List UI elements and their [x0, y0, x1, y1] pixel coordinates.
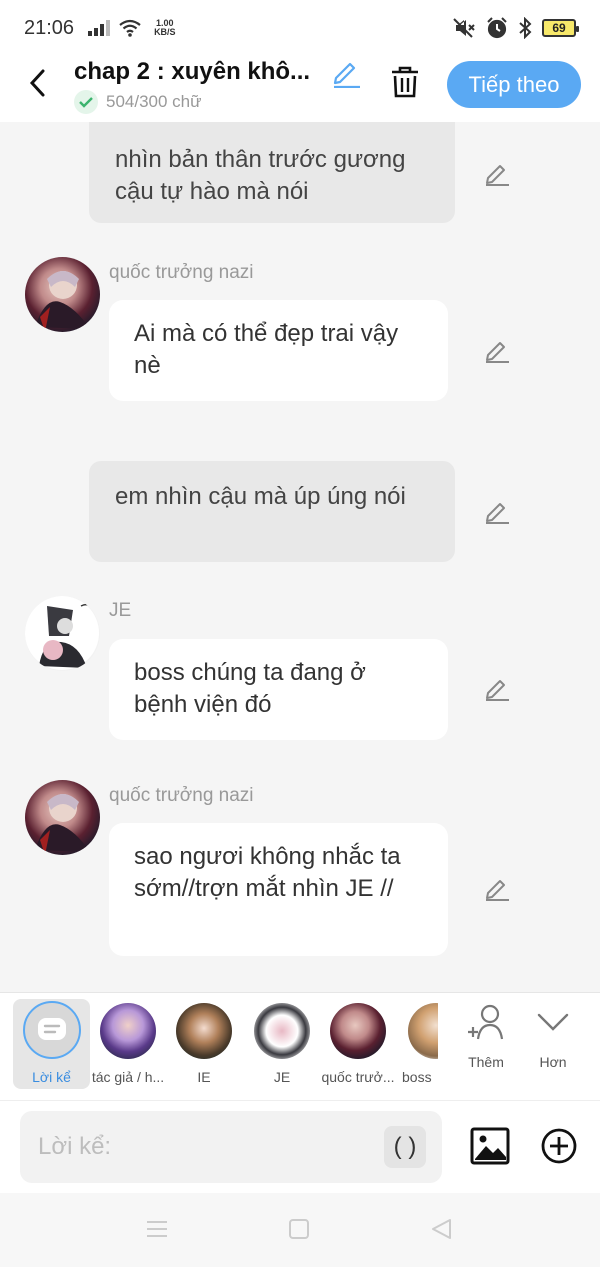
- message-input[interactable]: [20, 1111, 442, 1183]
- character-label: JE: [273, 1069, 291, 1085]
- avatar[interactable]: [25, 780, 100, 855]
- avatar[interactable]: [25, 596, 100, 671]
- word-count: 504/300 chữ: [74, 90, 202, 114]
- back-button[interactable]: [22, 68, 52, 98]
- more-button[interactable]: Hơn: [523, 1001, 583, 1070]
- editor-header: chap 2 : xuyên khô... 504/300 chữ Tiếp t…: [0, 56, 600, 122]
- avatar: [100, 1003, 156, 1059]
- character-label: tác giả / h...: [91, 1069, 165, 1085]
- system-nav-bar: [0, 1193, 600, 1267]
- message-text: Ai mà có thể đẹp trai vậy nè: [134, 320, 399, 379]
- narration-bubble[interactable]: nhìn bản thân trước gương cậu tự hào mà …: [89, 122, 455, 223]
- word-count-text: 504/300 chữ: [106, 92, 202, 111]
- message-text: nhìn bản thân trước gương cậu tự hào mà …: [115, 146, 406, 205]
- signal-icon: [88, 20, 111, 36]
- message-bubble[interactable]: Ai mà có thể đẹp trai vậy nè: [109, 300, 448, 401]
- check-icon: [74, 90, 98, 114]
- character-name: JE: [109, 600, 132, 621]
- character-author[interactable]: tác giả / h...: [88, 1001, 168, 1085]
- avatar: [408, 1003, 438, 1059]
- chevron-left-icon: [29, 69, 45, 97]
- character-label: boss: [402, 1069, 432, 1085]
- message-bubble[interactable]: boss chúng ta đang ở bệnh viện đó: [109, 639, 448, 740]
- chevron-down-icon: [537, 1013, 569, 1031]
- chapter-title: chap 2 : xuyên khô...: [74, 58, 311, 85]
- next-button[interactable]: Tiếp theo: [447, 61, 581, 108]
- edit-message-icon[interactable]: [483, 159, 511, 187]
- battery-level: 69: [552, 21, 566, 35]
- net-speed: 1.00 KB/S: [154, 19, 176, 37]
- edit-message-icon[interactable]: [483, 874, 511, 902]
- narration-bubble[interactable]: em nhìn cậu mà úp úng nói: [89, 461, 455, 562]
- parenthesis-button[interactable]: ( ): [384, 1126, 426, 1168]
- avatar: [176, 1003, 232, 1059]
- character-name: quốc trưởng nazi: [109, 262, 254, 283]
- edit-message-icon[interactable]: [483, 674, 511, 702]
- mute-icon: [453, 18, 475, 38]
- add-character-button[interactable]: Thêm: [456, 1001, 516, 1070]
- message-bubble[interactable]: sao ngươi không nhắc ta sớm//trợn mắt nh…: [109, 823, 448, 956]
- message-text: sao ngươi không nhắc ta sớm//trợn mắt nh…: [134, 843, 401, 902]
- character-boss[interactable]: boss: [398, 1001, 438, 1085]
- add-user-icon: [468, 1004, 504, 1040]
- narration-avatar: [22, 1001, 81, 1059]
- edit-message-icon[interactable]: [483, 497, 511, 525]
- avatar: [254, 1003, 310, 1059]
- character-narration[interactable]: Lời kể: [13, 999, 90, 1089]
- net-speed-unit: KB/S: [154, 27, 176, 37]
- character-bar: Lời kể tác giả / h... IE JE quốc trưở...…: [0, 992, 600, 1100]
- status-bar: 21:06 1.00 KB/S 69: [0, 0, 600, 56]
- home-icon[interactable]: [288, 1218, 310, 1240]
- battery-icon: 69: [542, 19, 579, 37]
- chat-bubble-icon: [37, 1018, 66, 1040]
- edit-message-icon[interactable]: [483, 336, 511, 364]
- message-text: em nhìn cậu mà úp úng nói: [115, 483, 406, 510]
- avatar[interactable]: [25, 257, 100, 332]
- status-time: 21:06: [24, 16, 75, 39]
- character-je[interactable]: JE: [242, 1001, 322, 1085]
- menu-icon[interactable]: [145, 1218, 169, 1240]
- add-character-label: Thêm: [468, 1054, 504, 1070]
- more-label: Hơn: [539, 1054, 567, 1070]
- trash-icon[interactable]: [388, 64, 422, 100]
- alarm-icon: [487, 17, 507, 39]
- add-icon[interactable]: [540, 1127, 578, 1165]
- avatar: [330, 1003, 386, 1059]
- character-quoc-truong[interactable]: quốc trưở...: [318, 1001, 398, 1085]
- back-nav-icon[interactable]: [430, 1218, 454, 1240]
- character-label: IE: [197, 1069, 211, 1085]
- wifi-icon: [119, 19, 141, 37]
- character-label: quốc trưở...: [321, 1069, 395, 1085]
- edit-title-icon[interactable]: [330, 56, 362, 88]
- chat-area[interactable]: nhìn bản thân trước gương cậu tự hào mà …: [0, 122, 600, 992]
- character-ie[interactable]: IE: [164, 1001, 244, 1085]
- composer: ( ): [0, 1100, 600, 1193]
- character-label: Lời kể: [32, 1069, 71, 1085]
- bluetooth-icon: [519, 17, 532, 39]
- image-icon[interactable]: [470, 1126, 510, 1166]
- character-name: quốc trưởng nazi: [109, 785, 254, 806]
- message-text: boss chúng ta đang ở bệnh viện đó: [134, 659, 366, 718]
